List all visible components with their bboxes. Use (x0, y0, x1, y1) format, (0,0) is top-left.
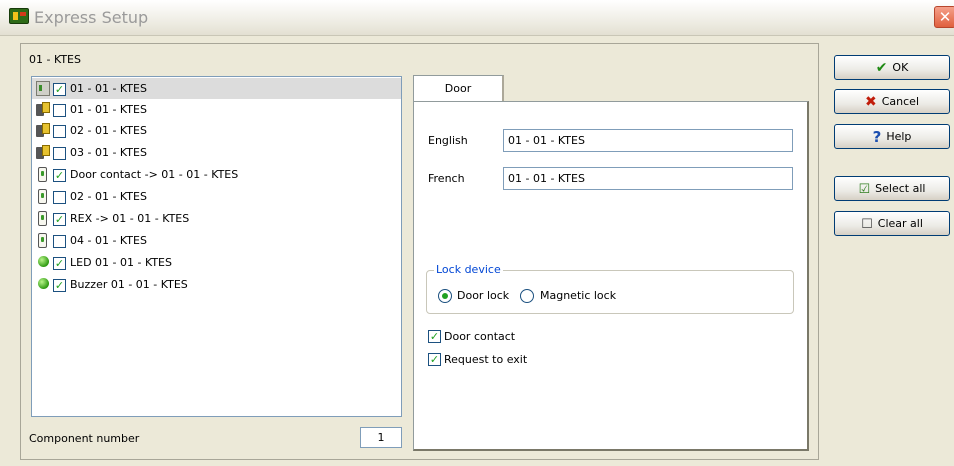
french-field[interactable]: 01 - 01 - KTES (503, 167, 793, 190)
tree-item-label: LED 01 - 01 - KTES (70, 256, 172, 269)
cancel-label: Cancel (881, 95, 919, 108)
cancel-button[interactable]: ✖ Cancel (834, 89, 950, 114)
english-label: English (428, 134, 468, 147)
help-label: Help (886, 130, 912, 143)
tree-item[interactable]: 02 - 01 - KTES (32, 186, 401, 207)
question-icon: ? (872, 127, 882, 146)
tree-item-label: Buzzer 01 - 01 - KTES (70, 278, 188, 291)
tree-item-label: 02 - 01 - KTES (70, 124, 147, 137)
controller-icon (36, 81, 50, 96)
tree-item-checkbox[interactable] (53, 191, 66, 204)
tree-item[interactable]: 02 - 01 - KTES (32, 120, 401, 141)
tree-item[interactable]: ✓ 01 - 01 - KTES (32, 78, 401, 99)
input-icon (38, 233, 47, 248)
tree-item-checkbox[interactable]: ✓ (53, 279, 66, 292)
tree-item[interactable]: ✓ Door contact -> 01 - 01 - KTES (32, 164, 401, 185)
french-label: French (428, 172, 465, 185)
component-number-label: Component number (29, 432, 140, 445)
input-icon (38, 167, 47, 182)
reader-icon (36, 145, 50, 160)
tree-item-checkbox[interactable]: ✓ (53, 169, 66, 182)
tree-item[interactable]: ✓ REX -> 01 - 01 - KTES (32, 208, 401, 229)
tree-item-label: 01 - 01 - KTES (70, 103, 147, 116)
request-to-exit-label[interactable]: Request to exit (444, 353, 527, 366)
tree-item[interactable]: 04 - 01 - KTES (32, 230, 401, 251)
english-field[interactable]: 01 - 01 - KTES (503, 129, 793, 152)
cross-icon: ✖ (865, 93, 877, 110)
component-number-field[interactable]: 1 (360, 427, 402, 448)
title-bar: Express Setup ✕ (0, 0, 954, 36)
select-all-button[interactable]: ☑ Select all (834, 176, 950, 201)
tree-item-label: 03 - 01 - KTES (70, 146, 147, 159)
door-contact-checkbox[interactable]: ✓ (428, 330, 441, 343)
clear-all-button[interactable]: ☐ Clear all (834, 211, 950, 236)
input-icon (38, 189, 47, 204)
magnetic-lock-radio[interactable] (520, 289, 534, 303)
window-title: Express Setup (34, 8, 149, 27)
door-lock-label[interactable]: Door lock (457, 289, 509, 302)
help-button[interactable]: ? Help (834, 124, 950, 149)
clear-all-icon: ☐ (861, 216, 873, 232)
tree-item[interactable]: ✓ Buzzer 01 - 01 - KTES (32, 274, 401, 295)
select-all-label: Select all (875, 182, 926, 195)
magnetic-lock-label[interactable]: Magnetic lock (540, 289, 616, 302)
tree-item-checkbox[interactable] (53, 104, 66, 117)
door-lock-radio[interactable] (438, 289, 452, 303)
input-icon (38, 211, 47, 226)
tree-item[interactable]: 03 - 01 - KTES (32, 142, 401, 163)
reader-icon (36, 102, 50, 117)
close-button[interactable]: ✕ (934, 6, 954, 28)
select-all-icon: ☑ (858, 181, 871, 197)
tree-item-checkbox[interactable]: ✓ (53, 257, 66, 270)
app-icon (9, 8, 29, 24)
tree-item[interactable]: ✓ LED 01 - 01 - KTES (32, 252, 401, 273)
tree-item-label: REX -> 01 - 01 - KTES (70, 212, 190, 225)
reader-icon (36, 123, 50, 138)
ok-button[interactable]: ✔ OK (834, 55, 950, 80)
lock-device-title: Lock device (434, 263, 503, 276)
component-tree[interactable]: ✓ 01 - 01 - KTES 01 - 01 - KTES 02 - 01 … (31, 76, 402, 417)
clear-all-label: Clear all (877, 217, 923, 230)
ok-label: OK (892, 61, 909, 74)
tree-item-checkbox[interactable]: ✓ (53, 213, 66, 226)
tree-item-label: 01 - 01 - KTES (70, 82, 147, 95)
led-icon (38, 278, 49, 289)
tree-item-checkbox[interactable] (53, 235, 66, 248)
tree-item-checkbox[interactable] (53, 125, 66, 138)
main-label: 01 - KTES (29, 53, 81, 66)
door-contact-label[interactable]: Door contact (444, 330, 515, 343)
tree-item[interactable]: 01 - 01 - KTES (32, 99, 401, 120)
led-icon (38, 256, 49, 267)
request-to-exit-checkbox[interactable]: ✓ (428, 353, 441, 366)
tree-item-checkbox[interactable] (53, 147, 66, 160)
tree-item-checkbox[interactable]: ✓ (53, 83, 66, 96)
tree-item-label: 02 - 01 - KTES (70, 190, 147, 203)
tree-item-label: 04 - 01 - KTES (70, 234, 147, 247)
tree-item-label: Door contact -> 01 - 01 - KTES (70, 168, 239, 181)
tab-door[interactable]: Door (413, 75, 504, 102)
checkmark-icon: ✔ (875, 59, 888, 76)
